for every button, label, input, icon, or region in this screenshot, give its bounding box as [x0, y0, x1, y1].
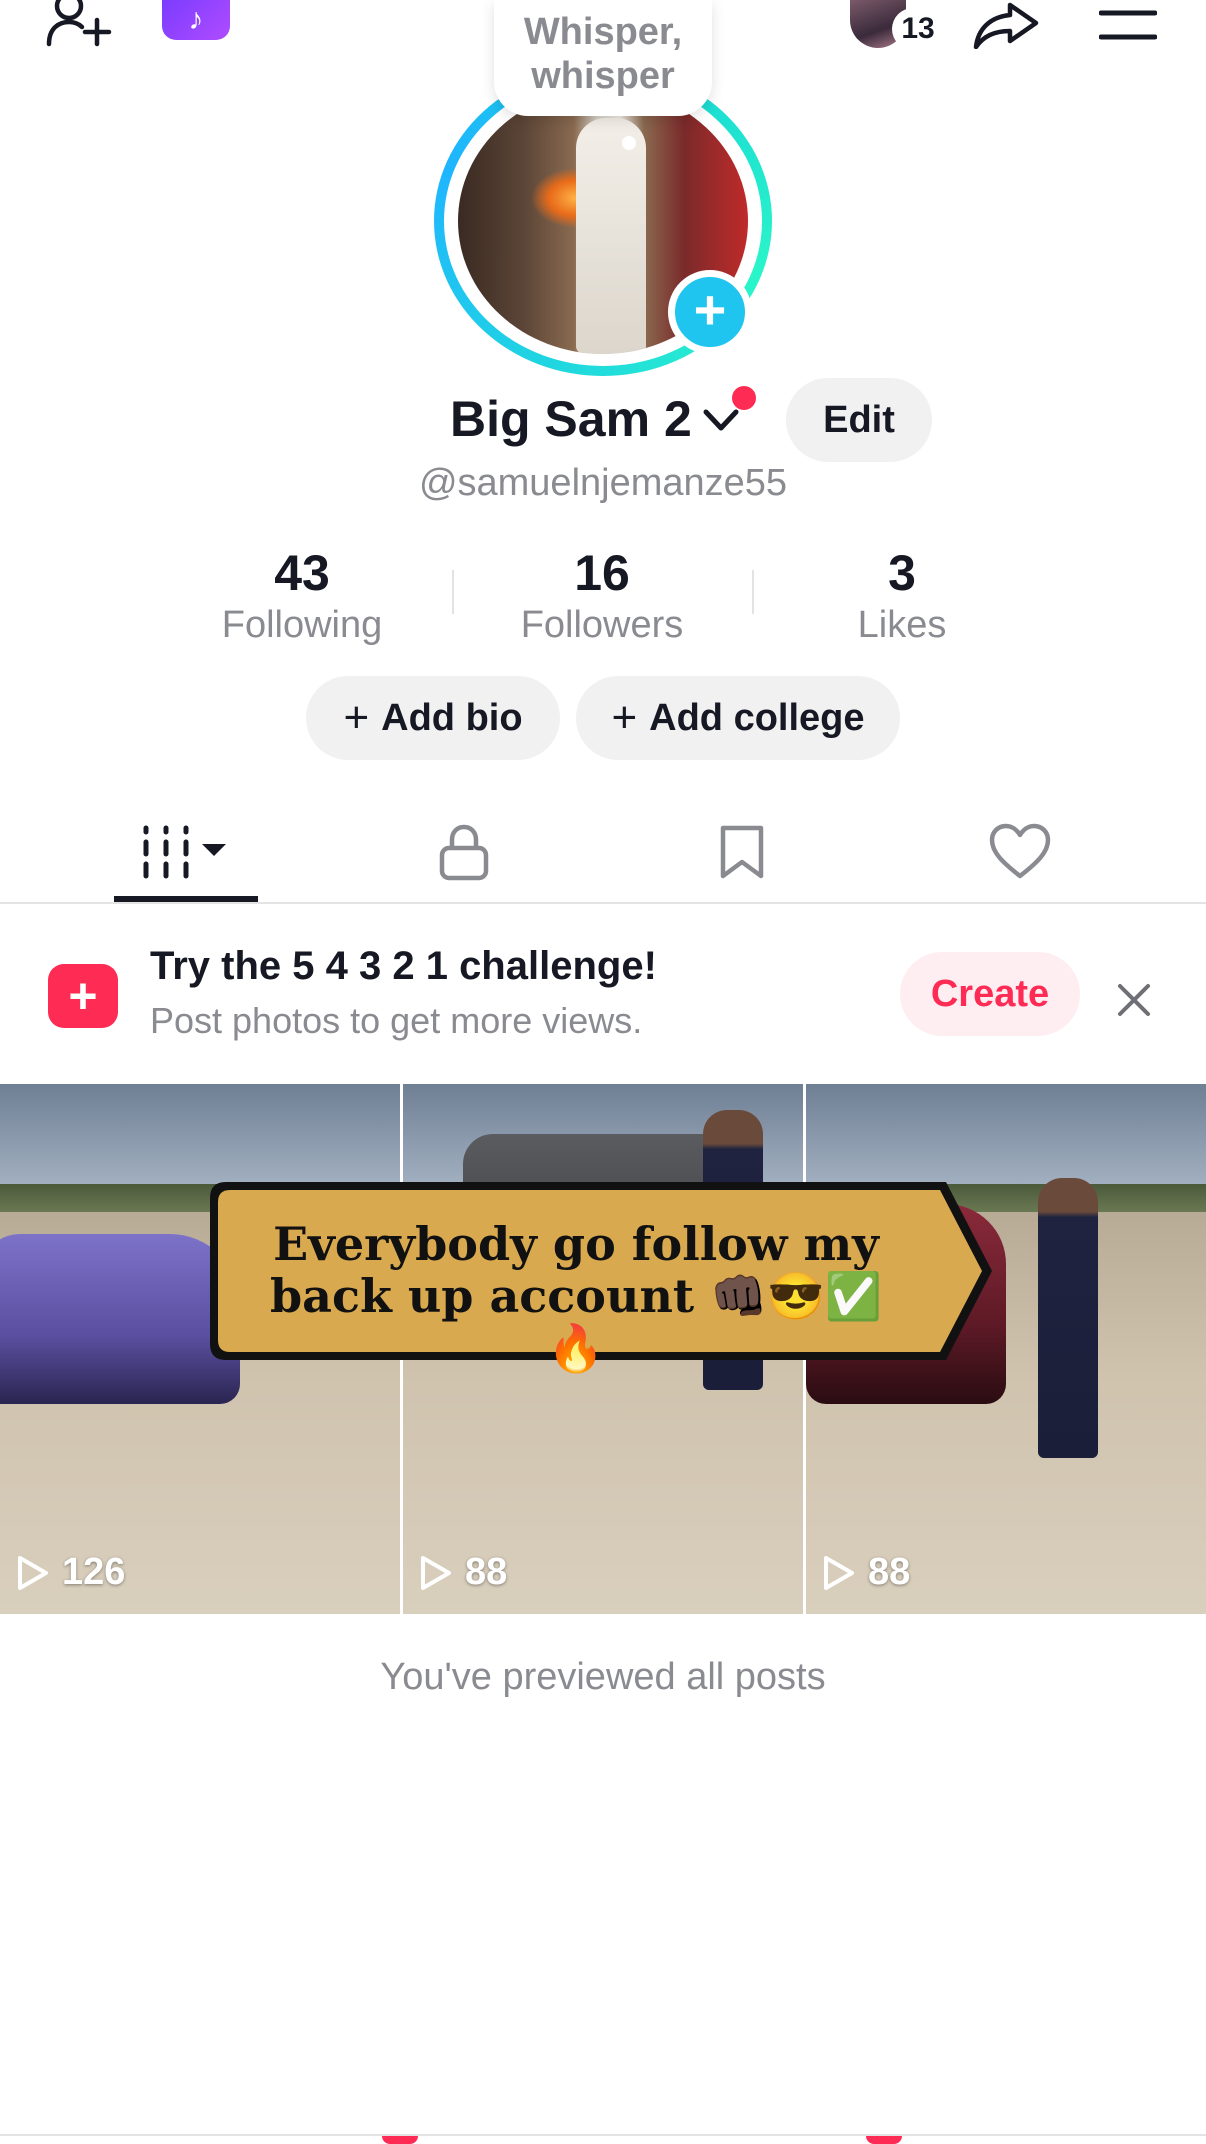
- play-icon: [18, 1555, 48, 1590]
- play-icon: [824, 1555, 854, 1590]
- create-button[interactable]: Create: [900, 952, 1080, 1036]
- profile-stats: 43 Following 16 Followers 3 Likes: [0, 544, 1206, 654]
- stat-likes[interactable]: 3 Likes: [752, 544, 1052, 648]
- profile-tabs: [0, 800, 1206, 904]
- banner-line-2: back up account 👊🏿😎✅🔥: [270, 1269, 882, 1375]
- view-count-value: 126: [62, 1551, 126, 1593]
- play-icon: [421, 1555, 451, 1590]
- lock-icon: [439, 824, 489, 881]
- grid-icon: [143, 825, 226, 879]
- notification-dot: [732, 386, 756, 410]
- name-row: Big Sam 2 Edit: [0, 378, 1206, 462]
- tiktok-studio-icon[interactable]: ♪: [162, 0, 230, 40]
- view-count: 88: [419, 1551, 507, 1594]
- nav-indicator-dot: [866, 2136, 902, 2144]
- add-story-plus-icon[interactable]: +: [668, 270, 752, 354]
- stat-divider: [452, 570, 454, 614]
- challenge-promo: + Try the 5 4 3 2 1 challenge! Post phot…: [0, 906, 1206, 1082]
- followers-count: 16: [574, 545, 630, 601]
- edit-profile-button[interactable]: Edit: [786, 378, 932, 462]
- stat-following[interactable]: 43 Following: [152, 544, 452, 648]
- follow-backup-banner: Everybody go follow my back up account 👊…: [206, 1178, 996, 1374]
- close-icon[interactable]: [1106, 972, 1162, 1028]
- view-count: 88: [822, 1551, 910, 1594]
- tab-saved[interactable]: [632, 800, 852, 904]
- banner-line-1: Everybody go follow my: [273, 1217, 879, 1271]
- share-icon[interactable]: [966, 0, 1046, 50]
- banner-text: Everybody go follow my back up account 👊…: [246, 1218, 906, 1374]
- bookmark-icon: [720, 825, 764, 879]
- note-line-1: Whisper,: [523, 11, 683, 53]
- nav-indicator-dot: [382, 2136, 418, 2144]
- following-count: 43: [274, 545, 330, 601]
- add-bio-label: Add bio: [381, 696, 523, 739]
- previewed-all-text: You've previewed all posts: [380, 1656, 826, 1698]
- add-college-label: Add college: [649, 696, 865, 739]
- camera-plus-icon: +: [48, 964, 118, 1028]
- story-count-badge: 13: [892, 8, 944, 50]
- plus-icon: +: [343, 693, 370, 742]
- note-line-2: whisper: [531, 55, 675, 97]
- add-bio-button[interactable]: + Add bio: [306, 676, 560, 760]
- tab-videos[interactable]: [76, 800, 296, 904]
- stat-divider: [752, 570, 754, 614]
- thumb-person: [1038, 1178, 1098, 1458]
- likes-label: Likes: [857, 604, 947, 646]
- username: @samuelnjemanze55: [418, 462, 788, 504]
- profile-note-bubble[interactable]: Whisper, whisper: [494, 0, 712, 116]
- active-tab-indicator: [114, 896, 258, 902]
- avatar-person-figure: [576, 118, 646, 354]
- challenge-subtitle: Post photos to get more views.: [150, 1000, 643, 1041]
- stat-followers[interactable]: 16 Followers: [452, 544, 752, 648]
- add-friend-icon[interactable]: [40, 0, 120, 50]
- followers-label: Followers: [520, 604, 684, 646]
- bottom-nav-divider: [0, 2134, 1206, 2136]
- thumb-purple-car: [0, 1234, 240, 1404]
- add-college-button[interactable]: + Add college: [576, 676, 900, 760]
- view-count-value: 88: [868, 1551, 911, 1593]
- view-count-value: 88: [465, 1551, 508, 1593]
- view-count: 126: [16, 1551, 125, 1594]
- plus-icon: +: [611, 693, 638, 742]
- tiktok-note-glyph: ♪: [188, 3, 204, 36]
- tab-private[interactable]: [354, 800, 574, 904]
- likes-count: 3: [888, 545, 916, 601]
- following-label: Following: [221, 604, 383, 646]
- challenge-title: Try the 5 4 3 2 1 challenge!: [150, 944, 657, 988]
- tab-liked[interactable]: [910, 800, 1130, 904]
- display-name[interactable]: Big Sam 2: [450, 390, 692, 448]
- menu-icon[interactable]: [1096, 0, 1160, 50]
- heart-icon: [989, 823, 1051, 879]
- note-bubble-dot: [622, 136, 636, 150]
